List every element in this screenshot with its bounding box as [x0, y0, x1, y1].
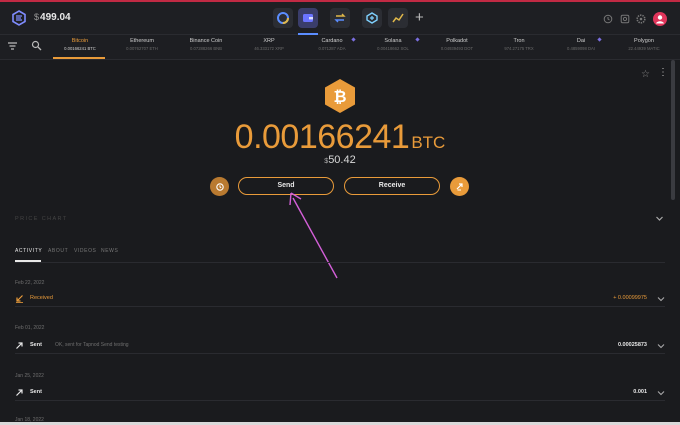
activity-type: Received [30, 295, 53, 301]
plus-icon[interactable]: + [415, 9, 424, 27]
coin-name: Tron [513, 38, 525, 44]
receive-arrow-icon [15, 294, 24, 303]
svg-text:₿: ₿ [333, 87, 346, 106]
activity-date: Feb 01, 2022 [15, 325, 45, 331]
coin-balance: 0.071287 ADA [318, 46, 346, 51]
more-options-icon[interactable]: ⋮ [658, 68, 668, 78]
coin-name: XRP [263, 38, 275, 44]
coin-name: Binance Coin [189, 38, 223, 44]
activity-amount: + 0.00099975 [613, 295, 647, 301]
tab-news[interactable]: NEWS [101, 248, 118, 254]
currency-symbol: $ [34, 12, 40, 22]
bitcoin-logo-icon: ₿ [323, 78, 357, 114]
coin-name: Cardano [321, 38, 343, 44]
coin-tab-xrp[interactable]: XRP 46.333172 XRP [234, 38, 304, 51]
coin-tab-bitcoin[interactable]: Bitcoin 0.00166241 BTC [45, 38, 115, 51]
tab-about[interactable]: ABOUT [48, 248, 68, 254]
coin-balance: 46.333172 XRP [254, 46, 284, 51]
coin-name: Polygon [634, 38, 654, 44]
coin-name: Bitcoin [71, 38, 89, 44]
tabs-divider [15, 262, 665, 263]
coin-tab-polygon[interactable]: Polygon 22.44939 MATIC [609, 38, 679, 51]
activity-date: Feb 22, 2022 [15, 280, 45, 286]
coin-tab-binance-coin[interactable]: Binance Coin 0.07288266 BNB [171, 38, 241, 51]
activity-row-sent[interactable]: Sent 0.001 [15, 386, 665, 401]
exchange-button[interactable] [450, 177, 469, 196]
activity-date: Jan 25, 2022 [15, 373, 44, 379]
star-icon[interactable]: ☆ [641, 69, 650, 80]
app-logo-icon[interactable] [11, 10, 27, 26]
circle-app-icon[interactable] [273, 8, 293, 28]
coin-balance: 0.07288266 BNB [190, 46, 222, 51]
search-icon[interactable] [31, 40, 42, 51]
coin-tab-ethereum[interactable]: Ethereum 0.00762707 ETH [107, 38, 177, 51]
coin-tab-polkadot[interactable]: Polkadot 0.04939493 DOT [422, 38, 492, 51]
coin-name: Polkadot [446, 38, 468, 44]
activity-type: Sent [30, 389, 42, 395]
activity-memo: OK, sent for Tapnod Send testing [55, 342, 129, 348]
activity-row-sent[interactable]: Sent OK, sent for Tapnod Send testing 0.… [15, 339, 665, 354]
selected-coin-underline [53, 57, 105, 59]
coin-balance: 22.44939 MATIC [628, 46, 660, 51]
coin-tab-dai[interactable]: Dai 0.4859098 DAI [546, 38, 616, 51]
coin-name: Dai [576, 38, 586, 44]
receive-button[interactable]: Receive [344, 177, 440, 195]
exchange-app-icon[interactable] [330, 8, 350, 28]
shield-app-icon[interactable] [362, 8, 382, 28]
chart-app-icon[interactable] [388, 8, 408, 28]
coin-tab-cardano[interactable]: Cardano 0.071287 ADA [297, 38, 367, 51]
tab-videos[interactable]: VIDEOS [74, 248, 97, 254]
top-bar: $499.04 + [0, 2, 680, 35]
usd-amount: 50.42 [328, 154, 356, 166]
chevron-down-icon[interactable] [657, 389, 665, 397]
annotation-arrow-icon [289, 192, 338, 279]
amount-value: 0.00166241 [234, 118, 410, 156]
price-chart-label[interactable]: PRICE CHART [15, 216, 68, 222]
wallet-amount: 0.00166241 BTC [0, 118, 680, 157]
send-arrow-icon [15, 388, 24, 397]
history-icon[interactable] [603, 14, 613, 24]
filter-icon[interactable] [7, 41, 18, 52]
chevron-down-icon[interactable] [655, 214, 664, 223]
balance-value: 499.04 [40, 12, 71, 23]
coin-balance: 974.27175 TRX [504, 46, 534, 51]
amount-unit: BTC [411, 133, 446, 152]
coin-balance: 0.4859098 DAI [567, 46, 595, 51]
chevron-down-icon[interactable] [657, 295, 665, 303]
usd-value: $50.42 [0, 154, 680, 166]
avatar-icon[interactable] [653, 12, 667, 26]
portfolio-balance: $499.04 [34, 12, 71, 23]
globe-icon[interactable] [620, 14, 630, 24]
coin-balance: 0.00166241 BTC [64, 46, 96, 51]
coin-balance: 0.04939493 DOT [440, 46, 474, 51]
send-arrow-icon [15, 341, 24, 350]
chevron-down-icon[interactable] [657, 342, 665, 350]
activity-amount: 0.00025873 [617, 342, 647, 348]
wallet-app-icon[interactable] [298, 8, 318, 28]
swap-history-button[interactable] [210, 177, 229, 196]
coin-name: Ethereum [130, 38, 154, 44]
settings-icon[interactable] [636, 14, 646, 24]
activity-row-received[interactable]: Received + 0.00099975 [15, 292, 665, 307]
coin-tab-tron[interactable]: Tron 974.27175 TRX [484, 38, 554, 51]
activity-amount: 0.001 [633, 389, 647, 395]
coin-balance: 0.00762707 ETH [126, 46, 158, 51]
coin-balance: 0.00418662 SOL [377, 46, 409, 51]
activity-type: Sent [30, 342, 42, 348]
tab-activity[interactable]: ACTIVITY [15, 248, 42, 254]
